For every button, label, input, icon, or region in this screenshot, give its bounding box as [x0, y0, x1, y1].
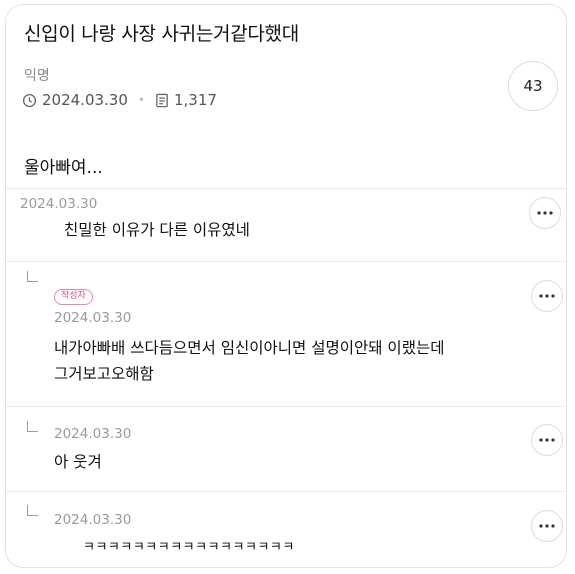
comment-text: 친밀한 이유가 다른 이유였네: [64, 221, 250, 239]
post-meta: 2024.03.30 • 1,317: [22, 91, 217, 109]
more-options-button[interactable]: [529, 197, 561, 229]
comment-text-line2: 그거보고오해함: [54, 365, 154, 383]
comment-date: 2024.03.30: [54, 310, 132, 326]
more-options-button[interactable]: [531, 510, 563, 542]
clock-icon: [22, 93, 37, 108]
comment-text: ㅋㅋㅋㅋㅋㅋㅋㅋㅋㅋㅋㅋㅋㅋㅋㅋㅋ: [83, 540, 295, 555]
comment-count-button[interactable]: 43: [508, 61, 558, 111]
post-body: 울아빠여...: [24, 158, 103, 178]
document-icon: [155, 93, 169, 108]
more-dots-icon: [537, 211, 553, 215]
comment-date: 2024.03.30: [54, 512, 132, 528]
post-date: 2024.03.30: [42, 91, 128, 109]
more-options-button[interactable]: [531, 424, 563, 456]
reply-arrow-icon: [27, 421, 38, 432]
comment-text-line1: 내가아빠배 쓰다듬으면서 임신이아니면 설명이안돼 이랬는데: [54, 339, 445, 357]
more-options-button[interactable]: [531, 280, 563, 312]
comment-divider: [6, 261, 566, 262]
comment-divider: [6, 406, 566, 407]
post-author: 익명: [24, 68, 50, 84]
comment-divider: [6, 491, 566, 492]
more-dots-icon: [539, 524, 555, 528]
post-title: 신입이 나랑 사장 사귀는거같다했대: [24, 23, 299, 45]
more-dots-icon: [539, 438, 555, 442]
post-views: 1,317: [173, 91, 217, 109]
more-dots-icon: [539, 294, 555, 298]
author-badge: 작성자: [54, 289, 93, 305]
comment-date: 2024.03.30: [20, 196, 98, 212]
meta-separator: •: [137, 93, 145, 107]
comment-text: 아 웃겨: [54, 453, 102, 471]
reply-arrow-icon: [27, 271, 38, 282]
reply-arrow-icon: [27, 505, 38, 516]
comment-date: 2024.03.30: [54, 426, 132, 442]
post-card: 신입이 나랑 사장 사귀는거같다했대 익명 2024.03.30 • 1,317…: [5, 4, 567, 568]
post-divider: [6, 188, 566, 189]
